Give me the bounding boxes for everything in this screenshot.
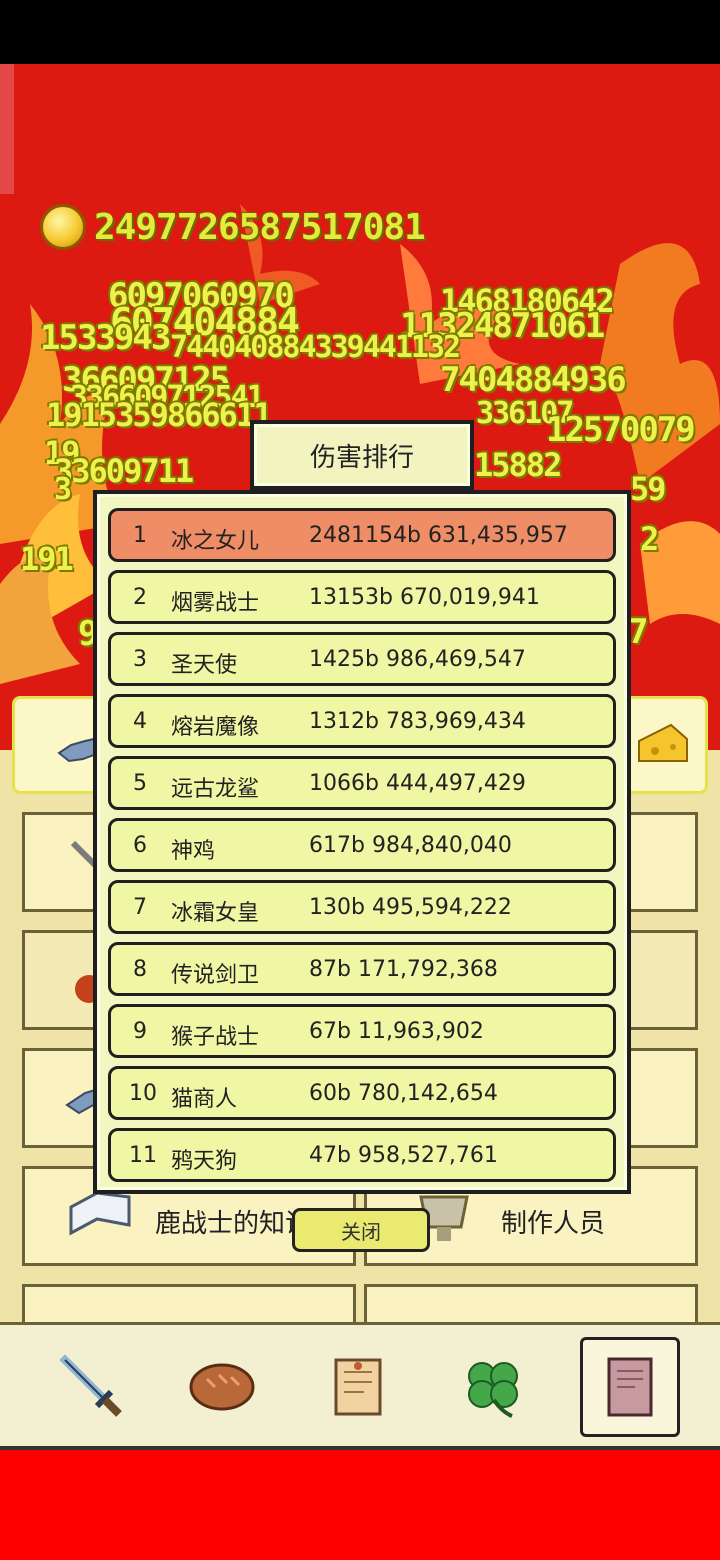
rank-number: 10 [129, 1081, 157, 1106]
hero-name: 熔岩魔像 [171, 715, 260, 740]
damage-number: 33609711 [54, 452, 194, 490]
hero-name: 鸦天狗 [171, 1149, 238, 1174]
scroll-icon [334, 1358, 382, 1416]
ranking-row[interactable]: 7 冰霜女皇 130b 495,594,222 [108, 880, 616, 934]
ranking-row[interactable]: 10 猫商人 60b 780,142,654 [108, 1066, 616, 1120]
coin-icon [40, 204, 86, 250]
rank-number: 7 [133, 895, 147, 920]
knowledge-label: 鹿战士的知识 [155, 1209, 312, 1239]
dialog-title: 伤害排行 [250, 420, 474, 490]
damage-value: 87b 171,792,368 [309, 957, 498, 982]
rank-number: 6 [133, 833, 147, 858]
damage-number: 1533943 [40, 318, 171, 358]
damage-value: 1066b 444,497,429 [309, 771, 526, 796]
coin-value: 2497726587517081 [94, 206, 426, 248]
damage-number: 59 [630, 470, 667, 508]
rank-number: 3 [133, 647, 147, 672]
damage-value: 13153b 670,019,941 [309, 585, 540, 610]
bread-icon [189, 1363, 255, 1411]
damage-value: 1425b 986,469,547 [309, 647, 526, 672]
damage-value: 617b 984,840,040 [309, 833, 512, 858]
hero-name: 猫商人 [171, 1087, 238, 1112]
ranking-row[interactable]: 8 传说剑卫 87b 171,792,368 [108, 942, 616, 996]
damage-value: 2481154b 631,435,957 [309, 523, 568, 548]
ranking-row[interactable]: 9 猴子战士 67b 11,963,902 [108, 1004, 616, 1058]
cheese-icon [638, 723, 688, 762]
damage-number: 15882 [474, 446, 562, 484]
rank-number: 5 [133, 771, 147, 796]
nav-clover-tab[interactable] [444, 1337, 544, 1437]
hero-name: 冰霜女皇 [171, 901, 260, 926]
damage-number: 3 [54, 472, 72, 507]
rank-number: 11 [129, 1143, 157, 1168]
ranking-row[interactable]: 3 圣天使 1425b 986,469,547 [108, 632, 616, 686]
ranking-row[interactable]: 6 神鸡 617b 984,840,040 [108, 818, 616, 872]
damage-value: 130b 495,594,222 [309, 895, 512, 920]
clover-icon [468, 1362, 518, 1418]
nav-scroll-tab[interactable] [308, 1337, 408, 1437]
damage-number: 12570079 [546, 410, 696, 450]
ranking-row[interactable]: 4 熔岩魔像 1312b 783,969,434 [108, 694, 616, 748]
rank-number: 9 [133, 1019, 147, 1044]
ranking-row[interactable]: 1 冰之女儿 2481154b 631,435,957 [108, 508, 616, 562]
hero-name: 冰之女儿 [171, 529, 260, 554]
hero-name: 远古龙鲨 [171, 777, 260, 802]
nav-book-tab[interactable] [580, 1337, 680, 1437]
damage-number: 1915359866611 [46, 396, 272, 434]
open-book-icon [69, 1191, 131, 1236]
status-bar [0, 0, 720, 64]
hero-name: 猴子战士 [171, 1025, 260, 1050]
credits-label: 制作人员 [501, 1209, 606, 1239]
rank-number: 1 [133, 523, 147, 548]
hero-name: 神鸡 [171, 839, 216, 864]
rank-number: 2 [133, 585, 147, 610]
damage-number: 191 [20, 540, 74, 578]
rank-number: 8 [133, 957, 147, 982]
sword-icon [59, 1354, 122, 1417]
ranking-row[interactable]: 2 烟雾战士 13153b 670,019,941 [108, 570, 616, 624]
hero-name: 烟雾战士 [171, 591, 260, 616]
book-icon [607, 1357, 653, 1417]
ranking-row[interactable]: 11 鸦天狗 47b 958,527,761 [108, 1128, 616, 1182]
hero-name: 传说剑卫 [171, 963, 260, 988]
bottom-nav [0, 1322, 720, 1450]
damage-number: 2 [640, 520, 659, 558]
damage-value: 67b 11,963,902 [309, 1019, 484, 1044]
damage-value: 60b 780,142,654 [309, 1081, 498, 1106]
rank-number: 4 [133, 709, 147, 734]
bottom-bar [0, 1450, 720, 1560]
damage-value: 47b 958,527,761 [309, 1143, 498, 1168]
damage-value: 1312b 783,969,434 [309, 709, 526, 734]
ranking-row[interactable]: 5 远古龙鲨 1066b 444,497,429 [108, 756, 616, 810]
hero-name: 圣天使 [171, 653, 238, 678]
coin-counter: 2497726587517081 [40, 204, 426, 250]
nav-sword-tab[interactable] [42, 1337, 142, 1437]
nav-bread-tab[interactable] [172, 1337, 272, 1437]
close-button[interactable]: 关闭 [292, 1208, 430, 1252]
damage-number: 7404884936 [440, 360, 627, 400]
